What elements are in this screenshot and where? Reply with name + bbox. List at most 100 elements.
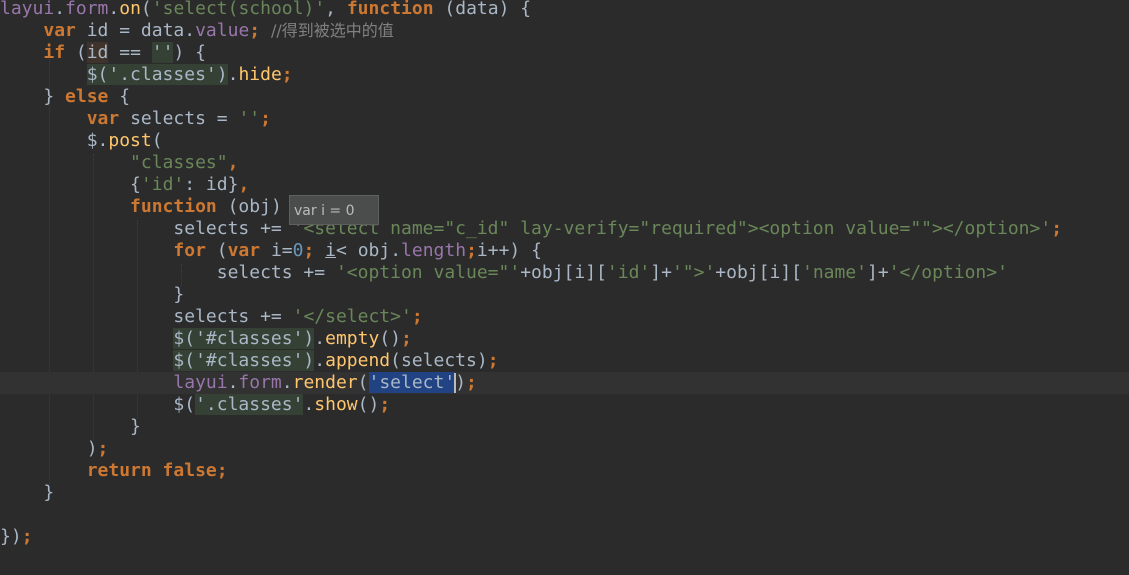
code-token: , xyxy=(227,152,239,173)
code-token: +obj[i][ xyxy=(520,262,607,283)
code-line[interactable]: return false; xyxy=(0,460,1129,482)
code-token: '<select name="c_id" lay-verify="require… xyxy=(292,218,1052,239)
code-token: '</option>' xyxy=(888,262,1008,283)
code-token: layui xyxy=(0,0,55,19)
code-line[interactable]: selects += '<option value="'+obj[i]['id'… xyxy=(0,262,1129,284)
code-token: '<option value="' xyxy=(335,262,521,283)
code-line[interactable]: }); xyxy=(0,526,1129,548)
code-token: return false xyxy=(86,460,217,481)
code-token: () xyxy=(379,328,401,349)
code-token: ; xyxy=(487,350,499,371)
code-token: form xyxy=(65,0,109,19)
code-line[interactable]: layui.form.render('select'); xyxy=(0,372,1129,394)
code-line[interactable]: } xyxy=(0,284,1129,306)
code-token: ) xyxy=(0,438,98,459)
code-token: . xyxy=(227,64,239,85)
code-token: var xyxy=(43,20,87,41)
code-token: for xyxy=(173,240,217,261)
code-token: selects += xyxy=(0,306,293,327)
variable-hint-tooltip: var i = 0 xyxy=(289,195,379,225)
code-token: ; xyxy=(281,64,293,85)
code-token: selects += xyxy=(0,262,336,283)
code-token: '.classes' xyxy=(195,394,304,415)
code-token: ; xyxy=(260,108,271,129)
code-line[interactable]: } xyxy=(0,482,1129,504)
code-line[interactable]: layui.form.on('select(school)', function… xyxy=(0,0,1129,20)
code-token: ( xyxy=(216,240,228,261)
code-token: . xyxy=(303,394,315,415)
code-line[interactable] xyxy=(0,504,1129,526)
code-line[interactable]: $('#classes').empty(); xyxy=(0,328,1129,350)
code-line[interactable]: var id = data.value; //得到被选中的值 xyxy=(0,20,1129,42)
code-token: ; xyxy=(379,394,391,415)
code-token: ; xyxy=(401,328,412,349)
code-token: ( xyxy=(75,42,87,63)
code-token: empty xyxy=(325,328,380,349)
code-token: == xyxy=(108,42,152,63)
code-line[interactable]: selects += '</select>'; xyxy=(0,306,1129,328)
code-token: ]+ xyxy=(650,262,672,283)
code-line[interactable]: ); xyxy=(0,438,1129,460)
code-token: append xyxy=(325,350,391,371)
code-line[interactable]: $('.classes'.show(); xyxy=(0,394,1129,416)
code-token: i++) { xyxy=(476,240,542,261)
code-line[interactable]: $.post( xyxy=(0,130,1129,152)
code-token: $( xyxy=(0,394,196,415)
code-line[interactable]: $('#classes').append(selects); xyxy=(0,350,1129,372)
code-line[interactable]: function (obj) { xyxy=(0,196,1129,218)
code-token: '">' xyxy=(671,262,716,283)
code-token: (data) { xyxy=(444,0,532,19)
code-token: ; xyxy=(216,460,228,481)
code-line[interactable]: } else { xyxy=(0,86,1129,108)
code-token: function xyxy=(346,0,445,19)
code-token: ; xyxy=(466,372,477,393)
code-token: //得到被选中的值 xyxy=(270,21,394,40)
code-token: , xyxy=(325,0,347,19)
code-token: ) xyxy=(455,372,467,393)
code-token: post xyxy=(108,130,152,151)
code-token: "classes" xyxy=(130,152,228,173)
code-token: 0 xyxy=(292,240,304,261)
code-token: 'select' xyxy=(368,372,456,393)
code-token: 'id' xyxy=(140,174,185,195)
code-editor[interactable]: layui.form.on('select(school)', function… xyxy=(0,0,1129,575)
code-token: { xyxy=(0,174,141,195)
code-token: } xyxy=(0,416,141,437)
code-line[interactable]: } xyxy=(0,416,1129,438)
code-token: } xyxy=(0,86,66,107)
code-token: +obj[i][ xyxy=(715,262,802,283)
code-line[interactable]: "classes", xyxy=(0,152,1129,174)
code-token: var xyxy=(86,108,131,129)
code-line[interactable]: for (var i=0; i< obj.length;i++) { xyxy=(0,240,1129,262)
code-token: selects += xyxy=(0,218,293,239)
code-token: 'name' xyxy=(802,262,868,283)
code-token: . xyxy=(108,0,120,19)
code-token: id = data. xyxy=(86,20,196,41)
code-token: ]+ xyxy=(867,262,889,283)
code-line[interactable]: var selects = ''; xyxy=(0,108,1129,130)
code-token: : id} xyxy=(184,174,239,195)
code-token: } xyxy=(0,482,55,503)
code-token: $. xyxy=(0,130,109,151)
code-token: ; xyxy=(21,526,33,547)
code-line[interactable]: selects += '<select name="c_id" lay-veri… xyxy=(0,218,1129,240)
code-line[interactable]: $('.classes').hide; xyxy=(0,64,1129,86)
code-line[interactable]: if (id == '') { xyxy=(0,42,1129,64)
code-token: ( xyxy=(357,372,369,393)
code-token: i xyxy=(325,240,337,261)
code-token: ; xyxy=(466,240,477,261)
code-token: var xyxy=(227,240,271,261)
code-token: . xyxy=(281,372,293,393)
code-line[interactable]: {'id': id}, xyxy=(0,174,1129,196)
code-token: ; xyxy=(411,306,423,327)
code-token: . xyxy=(227,372,239,393)
code-token: , xyxy=(238,174,250,195)
code-token: '' xyxy=(238,108,261,129)
